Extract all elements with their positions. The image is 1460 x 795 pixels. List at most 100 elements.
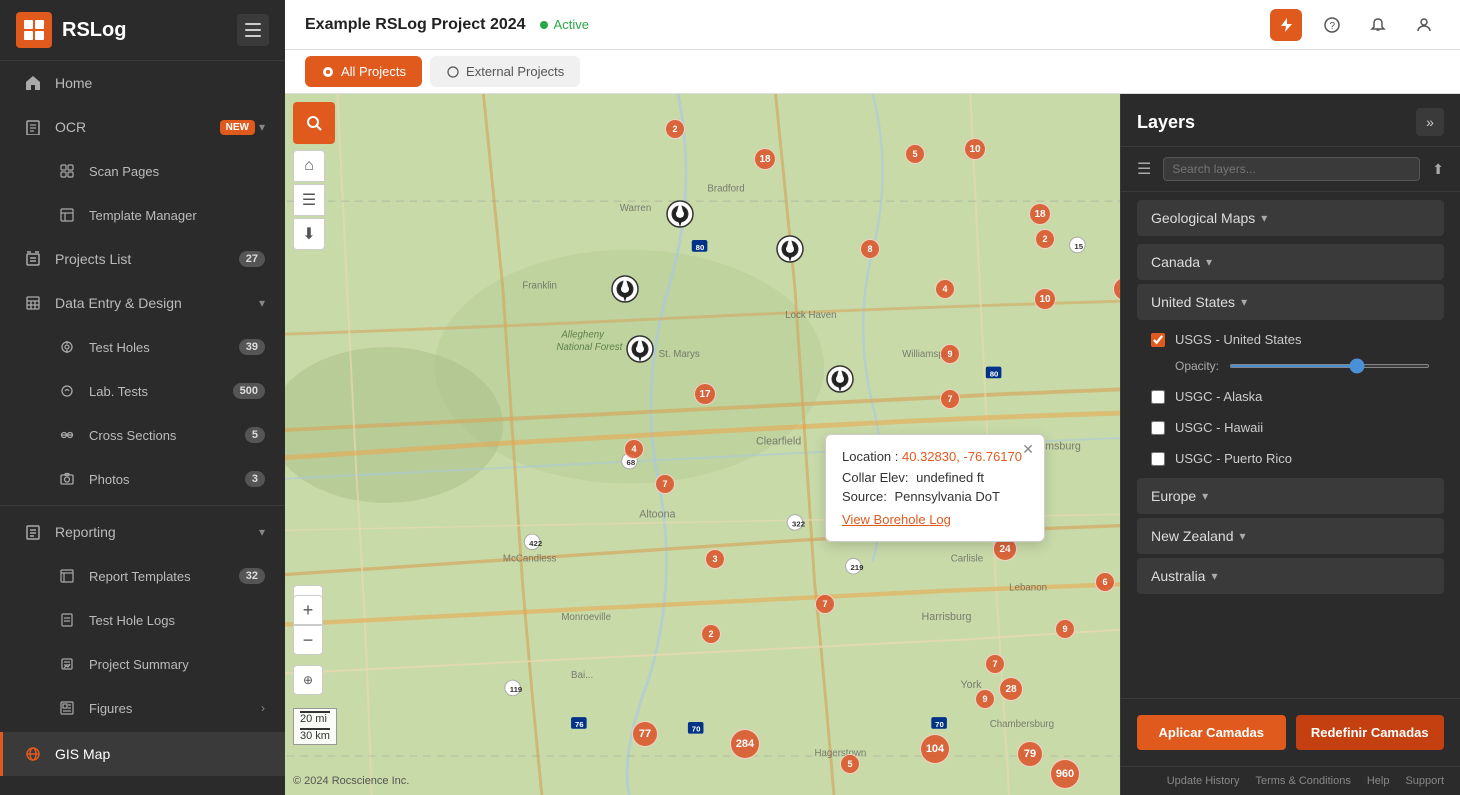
us-group-header[interactable]: United States ▾ (1137, 284, 1444, 320)
usgs-us-checkbox[interactable] (1151, 333, 1165, 347)
zoom-in-button[interactable]: + (293, 595, 323, 625)
svg-text:80: 80 (696, 243, 705, 252)
map-download-button[interactable]: ⬇ (293, 218, 325, 250)
borehole-marker[interactable]: 7 (940, 389, 960, 409)
borehole-marker[interactable]: 284 (730, 729, 760, 759)
australia-group-header[interactable]: Australia ▾ (1137, 558, 1444, 594)
usgs-us-layer: USGS - United States (1137, 324, 1444, 355)
borehole-marker[interactable]: 10 (1034, 288, 1056, 310)
borehole-marker[interactable]: 104 (920, 734, 950, 764)
compass-button[interactable]: ⊕ (293, 665, 323, 695)
layers-footer: Aplicar Camadas Redefinir Camadas (1121, 698, 1460, 766)
borehole-marker[interactable]: 79 (1017, 741, 1043, 767)
sidebar-item-template-manager[interactable]: Template Manager (0, 193, 285, 237)
sidebar-item-projects-list[interactable]: Projects List 27 (0, 237, 285, 281)
compass: ⊕ (293, 665, 323, 695)
geological-maps-header[interactable]: Geological Maps ▾ (1137, 200, 1444, 236)
sidebar-item-gis-map[interactable]: GIS Map (0, 732, 285, 776)
layers-scroll-button[interactable]: ⬆ (1428, 157, 1448, 182)
borehole-marker[interactable]: 17 (694, 383, 716, 405)
sidebar-item-figures[interactable]: Figures › (0, 686, 285, 730)
tab-external-projects[interactable]: External Projects (430, 56, 580, 87)
tab-all-projects[interactable]: All Projects (305, 56, 422, 87)
borehole-marker[interactable]: 5 (840, 754, 860, 774)
popup-close-button[interactable]: ✕ (1022, 441, 1034, 458)
borehole-marker[interactable]: 6 (1095, 572, 1115, 592)
borehole-marker[interactable]: 960 (1050, 759, 1080, 789)
borehole-marker[interactable]: 2 (701, 624, 721, 644)
borehole-marker[interactable]: 28 (999, 677, 1023, 701)
sidebar-item-project-summary[interactable]: Project Summary (0, 642, 285, 686)
borehole-marker[interactable]: 18 (754, 148, 776, 170)
terms-link[interactable]: Terms & Conditions (1255, 775, 1350, 787)
target-marker[interactable] (665, 199, 695, 229)
reporting-chevron: ▾ (259, 525, 265, 539)
borehole-marker[interactable]: 9 (1055, 619, 1075, 639)
main-content: Example RSLog Project 2024 Active ? (285, 0, 1460, 795)
canada-group-header[interactable]: Canada ▾ (1137, 244, 1444, 280)
app-name: RSLog (62, 19, 237, 42)
sidebar-item-home[interactable]: Home (0, 61, 285, 105)
sidebar-item-scan-pages[interactable]: Scan Pages (0, 149, 285, 193)
reset-layers-button[interactable]: Redefinir Camadas (1296, 715, 1445, 750)
sidebar-item-report-templates[interactable]: Report Templates 32 (0, 554, 285, 598)
new-zealand-group-header[interactable]: New Zealand ▾ (1137, 518, 1444, 554)
support-link[interactable]: Support (1405, 775, 1444, 787)
template-icon (57, 205, 77, 225)
sidebar-item-reporting[interactable]: Reporting ▾ (0, 510, 285, 554)
sidebar-item-data-entry[interactable]: Data Entry & Design ▾ (0, 281, 285, 325)
map-search-button[interactable] (293, 102, 335, 144)
map-home-button[interactable]: ⌂ (293, 150, 325, 182)
usgc-puerto-rico-checkbox[interactable] (1151, 452, 1165, 466)
photos-badge: 3 (245, 471, 265, 487)
borehole-marker[interactable]: 77 (632, 721, 658, 747)
svg-text:322: 322 (792, 519, 806, 528)
target-marker[interactable] (625, 334, 655, 364)
borehole-marker[interactable]: 18 (1029, 203, 1051, 225)
europe-group-header[interactable]: Europe ▾ (1137, 478, 1444, 514)
opacity-slider[interactable] (1229, 364, 1430, 368)
borehole-marker[interactable]: 10 (964, 138, 986, 160)
help-link[interactable]: Help (1367, 775, 1390, 787)
usgc-hawaii-checkbox[interactable] (1151, 421, 1165, 435)
borehole-marker[interactable]: 7 (815, 594, 835, 614)
map-container[interactable]: Franklin St. Marys Lock Haven Williamspo… (285, 94, 1120, 795)
hamburger-button[interactable] (237, 14, 269, 46)
zoom-out-button[interactable]: − (293, 625, 323, 655)
target-marker[interactable] (610, 274, 640, 304)
lightning-button[interactable] (1270, 9, 1302, 41)
borehole-marker[interactable]: 3 (705, 549, 725, 569)
borehole-marker[interactable]: 9 (975, 689, 995, 709)
report-templates-badge: 32 (239, 568, 265, 584)
sidebar-item-test-holes[interactable]: Test Holes 39 (0, 325, 285, 369)
usgc-alaska-checkbox[interactable] (1151, 390, 1165, 404)
borehole-marker[interactable]: 5 (905, 144, 925, 164)
target-marker[interactable] (825, 364, 855, 394)
map-layers-list-button[interactable]: ☰ (293, 184, 325, 216)
notifications-button[interactable] (1362, 9, 1394, 41)
borehole-marker[interactable]: 2 (665, 119, 685, 139)
layers-list-button[interactable]: ☰ (1133, 155, 1155, 183)
layers-expand-button[interactable]: » (1416, 108, 1444, 136)
cross-sections-label: Cross Sections (89, 428, 245, 443)
update-history-link[interactable]: Update History (1167, 775, 1240, 787)
borehole-marker[interactable]: 4 (935, 279, 955, 299)
sidebar-item-photos[interactable]: Photos 3 (0, 457, 285, 501)
borehole-marker[interactable]: 9 (940, 344, 960, 364)
sidebar-item-cross-sections[interactable]: Cross Sections 5 (0, 413, 285, 457)
borehole-marker[interactable]: 4 (624, 439, 644, 459)
apply-layers-button[interactable]: Aplicar Camadas (1137, 715, 1286, 750)
layers-search-input[interactable] (1163, 157, 1420, 181)
sidebar-item-ocr[interactable]: OCR NEW ▾ (0, 105, 285, 149)
borehole-marker[interactable]: 7 (655, 474, 675, 494)
help-button[interactable]: ? (1316, 9, 1348, 41)
target-marker[interactable] (775, 234, 805, 264)
borehole-marker[interactable]: 8 (860, 239, 880, 259)
borehole-marker[interactable]: 7 (985, 654, 1005, 674)
user-button[interactable] (1408, 9, 1440, 41)
sidebar-item-test-hole-logs[interactable]: Test Hole Logs (0, 598, 285, 642)
popup-borehole-link[interactable]: View Borehole Log (842, 512, 951, 527)
svg-text:Clearfield: Clearfield (756, 436, 801, 448)
borehole-marker[interactable]: 2 (1035, 229, 1055, 249)
sidebar-item-lab-tests[interactable]: Lab. Tests 500 (0, 369, 285, 413)
